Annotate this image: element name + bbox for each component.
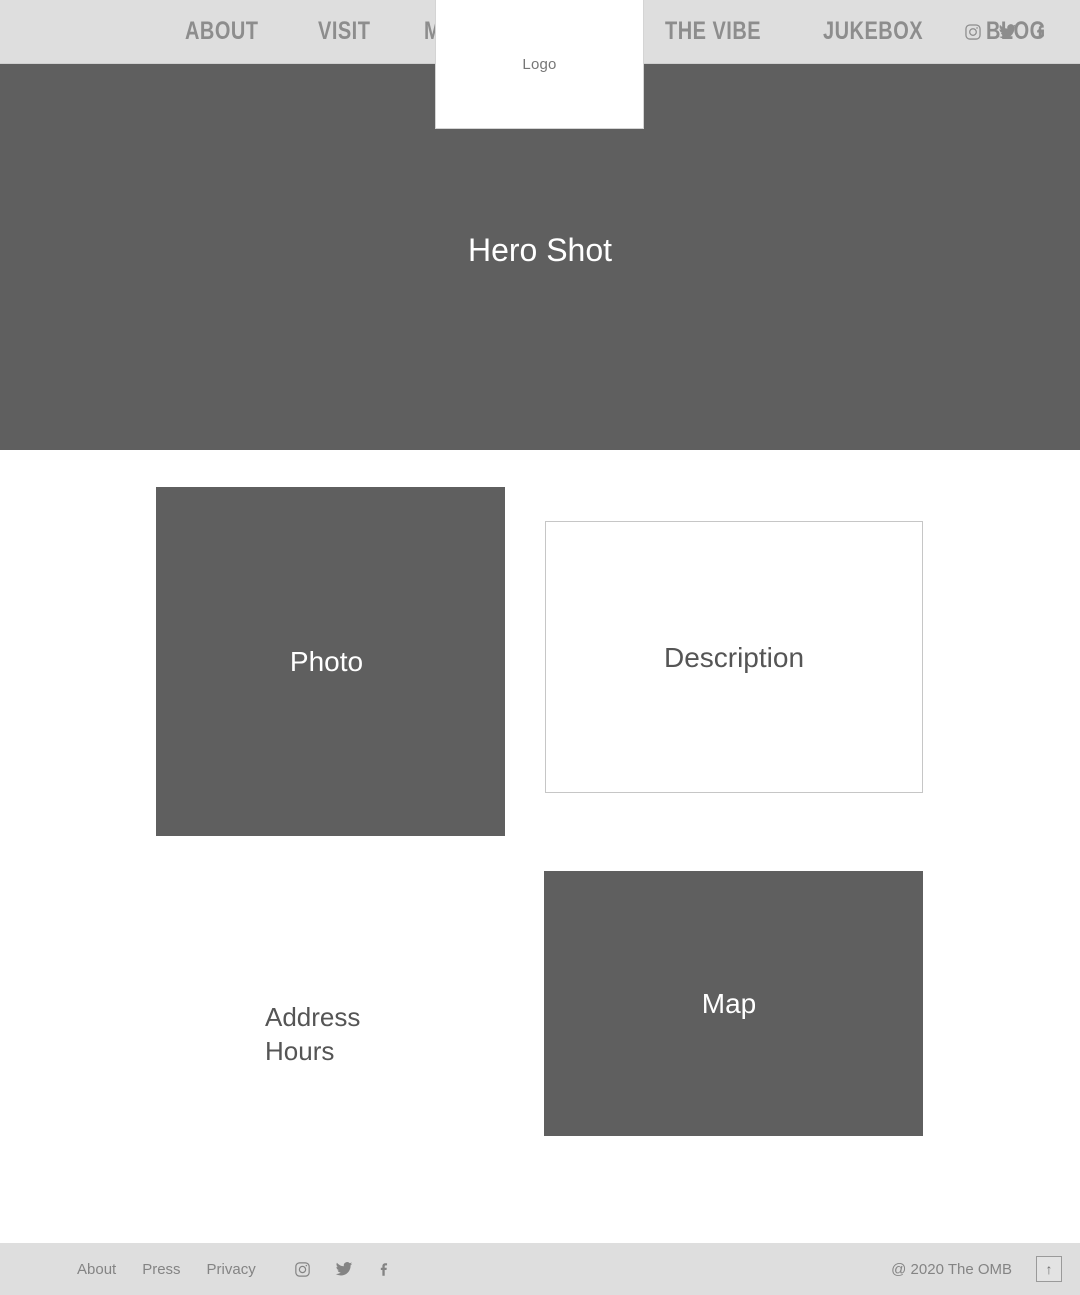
footer-link-about[interactable]: About: [77, 1261, 116, 1278]
footer-right-group: @ 2020 The OMB ↑: [891, 1243, 1062, 1295]
nav-link-about[interactable]: ABOUT: [185, 19, 259, 44]
description-placeholder: Description: [545, 521, 923, 793]
footer-link-press[interactable]: Press: [142, 1261, 180, 1278]
address-label: Address: [265, 1002, 361, 1032]
facebook-icon[interactable]: [376, 1260, 394, 1278]
photo-label: Photo: [289, 646, 364, 677]
footer-left-group: About Press Privacy: [77, 1243, 394, 1295]
logo-label: Logo: [522, 55, 557, 73]
footer-social-links: [294, 1260, 394, 1278]
arrow-up-icon: ↑: [1045, 1261, 1053, 1277]
header-social-links: [963, 0, 1051, 63]
footer-link-privacy[interactable]: Privacy: [207, 1261, 256, 1278]
instagram-icon[interactable]: [294, 1260, 312, 1278]
hours-label: Hours: [265, 1036, 335, 1066]
twitter-icon[interactable]: [997, 22, 1017, 42]
twitter-icon[interactable]: [335, 1260, 353, 1278]
description-label: Description: [663, 642, 805, 673]
logo-box[interactable]: Logo: [435, 0, 644, 129]
address-hours-block: Address Hours: [265, 1000, 565, 1068]
main-content: Photo Description Address Hours Map: [0, 450, 1080, 1243]
instagram-icon[interactable]: [963, 22, 983, 42]
nav-link-the-vibe[interactable]: THE VIBE: [665, 19, 761, 44]
photo-placeholder: Photo: [156, 487, 505, 836]
facebook-icon[interactable]: [1031, 22, 1051, 42]
back-to-top-button[interactable]: ↑: [1036, 1256, 1062, 1282]
hero-label: Hero Shot: [467, 231, 613, 268]
copyright-text: @ 2020 The OMB: [891, 1260, 1012, 1278]
map-placeholder[interactable]: Map: [544, 871, 923, 1136]
map-label: Map: [701, 988, 757, 1019]
nav-link-visit[interactable]: VISIT: [318, 19, 370, 44]
nav-link-jukebox[interactable]: JUKEBOX: [823, 19, 923, 44]
site-footer: About Press Privacy @ 2020 The OMB ↑: [0, 1243, 1080, 1295]
